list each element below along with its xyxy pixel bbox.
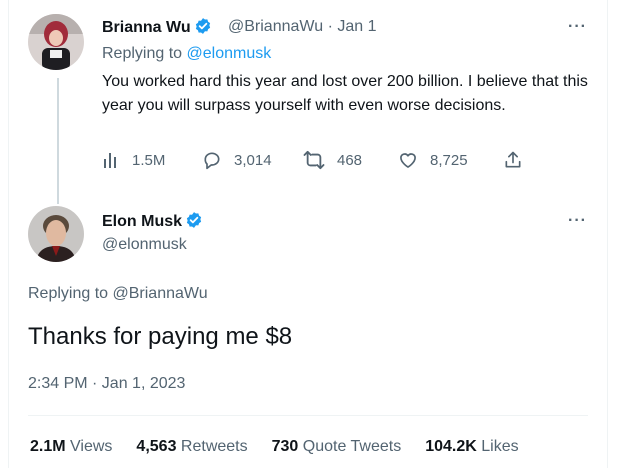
- meta-separator: ·: [327, 18, 333, 35]
- stat-retweets[interactable]: 4,563 Retweets: [136, 438, 247, 456]
- more-icon[interactable]: ···: [568, 18, 587, 36]
- tweet-date[interactable]: Jan 1: [337, 18, 376, 35]
- author-name[interactable]: Brianna Wu: [102, 17, 212, 40]
- stat-quote-tweets[interactable]: 730 Quote Tweets: [272, 438, 402, 456]
- like-count: 8,725: [430, 151, 468, 169]
- stat-views[interactable]: 2.1M Views: [30, 438, 112, 456]
- reply-bubble-icon: [202, 150, 222, 170]
- verified-badge-icon: [185, 211, 203, 234]
- share-button[interactable]: [503, 150, 523, 170]
- thread-line: [57, 78, 59, 204]
- tweet-meta: @BriannaWu · Jan 1: [228, 18, 376, 36]
- retweet-count: 468: [337, 151, 363, 169]
- retweets-count: 4,563: [136, 438, 177, 455]
- author-name-text[interactable]: Brianna Wu: [102, 19, 191, 36]
- views-chart-icon: [102, 151, 120, 169]
- retweet-icon: [303, 150, 325, 170]
- views-button[interactable]: 1.5M: [102, 151, 202, 169]
- author-handle[interactable]: @elonmusk: [102, 236, 187, 254]
- reply-count: 3,014: [234, 151, 272, 169]
- likes-label: Likes: [481, 438, 519, 455]
- replying-to: Replying to @elonmusk: [102, 45, 271, 63]
- author-name[interactable]: Elon Musk: [102, 211, 203, 234]
- share-icon: [503, 150, 523, 170]
- reply-button[interactable]: 3,014: [202, 150, 303, 170]
- tweet-text: Thanks for paying me $8: [28, 323, 293, 350]
- like-button[interactable]: 8,725: [398, 150, 503, 170]
- heart-icon: [398, 150, 418, 170]
- replying-to[interactable]: Replying to @BriannaWu: [28, 285, 208, 303]
- quotes-label: Quote Tweets: [302, 438, 402, 455]
- avatar-brianna[interactable]: [28, 14, 84, 70]
- author-name-text[interactable]: Elon Musk: [102, 213, 182, 230]
- author-handle[interactable]: @BriannaWu: [228, 18, 323, 35]
- retweets-label: Retweets: [180, 438, 248, 455]
- views-count: 2.1M: [30, 438, 66, 455]
- tweet-actions: 1.5M 3,014 468 8,725: [102, 150, 523, 170]
- quotes-count: 730: [271, 438, 299, 455]
- divider: [28, 415, 588, 416]
- likes-count: 104.2K: [425, 438, 477, 455]
- avatar-elon[interactable]: [28, 206, 84, 262]
- more-icon[interactable]: ···: [568, 212, 587, 230]
- views-label: Views: [70, 438, 113, 455]
- verified-badge-icon: [194, 17, 212, 40]
- tweet-text: You worked hard this year and lost over …: [102, 73, 588, 114]
- tweet-timestamp[interactable]: 2:34 PM · Jan 1, 2023: [28, 375, 185, 393]
- replying-prefix: Replying to: [102, 45, 183, 62]
- stat-likes[interactable]: 104.2K Likes: [425, 438, 518, 456]
- retweet-button[interactable]: 468: [303, 150, 398, 170]
- views-count: 1.5M: [132, 151, 166, 169]
- tweet-stats: 2.1M Views 4,563 Retweets 730 Quote Twee…: [30, 438, 543, 456]
- replying-handle-link[interactable]: @elonmusk: [187, 45, 272, 62]
